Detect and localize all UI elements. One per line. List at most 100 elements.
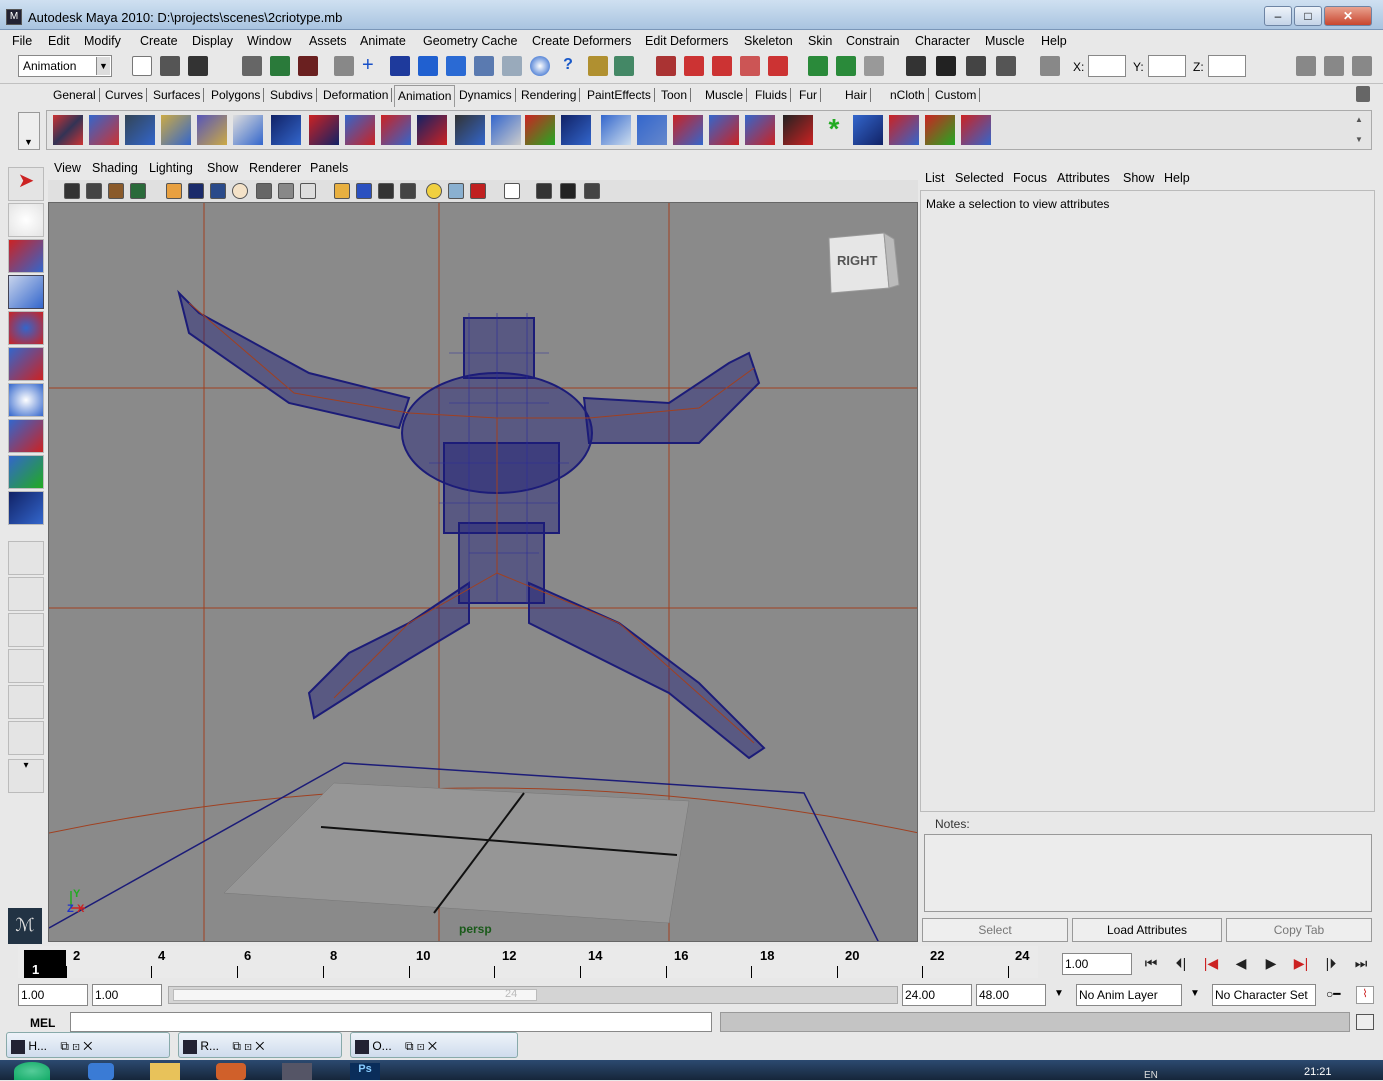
ik-rp-icon[interactable] (309, 115, 339, 145)
anim-layer-field[interactable]: No Anim Layer (1076, 984, 1182, 1006)
paint-weights-icon[interactable] (673, 115, 703, 145)
flat-shade-icon[interactable] (378, 183, 394, 199)
snap-curve-icon[interactable] (390, 56, 410, 76)
chevron-down-icon[interactable]: ▼ (1190, 988, 1200, 999)
select-object-icon[interactable] (270, 56, 290, 76)
menu-constrain[interactable]: Constrain (846, 34, 900, 48)
constraint-orient-icon[interactable] (925, 115, 955, 145)
script-editor-icon[interactable] (1356, 1014, 1374, 1030)
history-icon[interactable] (502, 56, 522, 76)
time-slider[interactable]: 1 2 4 6 8 10 12 14 16 18 20 22 24 (18, 946, 1038, 978)
layout-menu-icon[interactable]: ▾ (8, 759, 44, 793)
tab-polygons[interactable]: Polygons (208, 88, 265, 102)
command-input[interactable] (70, 1012, 712, 1032)
save-scene-icon[interactable] (188, 56, 208, 76)
tab-muscle[interactable]: Muscle (702, 88, 748, 102)
select-button[interactable]: Select (922, 918, 1068, 942)
menu-modify[interactable]: Modify (84, 34, 121, 48)
tab-toon[interactable]: Toon (658, 88, 692, 102)
menu-geometry-cache[interactable]: Geometry Cache (423, 34, 517, 48)
new-scene-icon[interactable] (132, 56, 152, 76)
paint-select-tool-icon[interactable] (8, 239, 44, 273)
restore-icon[interactable]: ⧉ ⊡ ✕ (405, 1039, 437, 1053)
render-clapper-icon[interactable] (936, 56, 956, 76)
move-tool-icon[interactable] (8, 275, 44, 309)
shelf-scroll-down-icon[interactable]: ▼ (1355, 135, 1363, 144)
bookmark-icon[interactable] (108, 183, 124, 199)
skeleton-icon[interactable] (161, 115, 191, 145)
ik-solver-icon[interactable] (561, 115, 591, 145)
image-plane-icon[interactable] (130, 183, 146, 199)
snap-view-plane-icon[interactable] (446, 56, 466, 76)
resolution-gate-icon[interactable] (210, 183, 226, 199)
play-forwards-icon[interactable]: ▶ (1258, 955, 1284, 975)
go-to-bind-pose-icon[interactable] (745, 115, 775, 145)
z-field[interactable] (1208, 55, 1246, 77)
isolate-select-icon[interactable] (504, 183, 520, 199)
tab-hair[interactable]: Hair (842, 88, 872, 102)
menu-set-dropdown[interactable]: Animation ▼ (18, 55, 112, 77)
menu-edit-deformers[interactable]: Edit Deformers (645, 34, 728, 48)
attribute-editor-toggle-icon[interactable] (1296, 56, 1316, 76)
ie-icon[interactable] (88, 1063, 114, 1080)
snap-align-icon[interactable] (712, 56, 732, 76)
trash-icon[interactable] (1356, 86, 1370, 102)
xray-components-icon[interactable] (584, 183, 600, 199)
tab-dynamics[interactable]: Dynamics (456, 88, 516, 102)
menu-skeleton[interactable]: Skeleton (744, 34, 793, 48)
xray-joints-icon[interactable] (560, 183, 576, 199)
play-backwards-icon[interactable]: ◀ (1228, 955, 1254, 975)
view-cube[interactable]: RIGHT (828, 232, 900, 294)
last-tool-icon[interactable] (8, 491, 44, 525)
vp-menu-renderer[interactable]: Renderer (249, 161, 301, 175)
select-component-icon[interactable] (298, 56, 318, 76)
reroot-icon[interactable] (381, 115, 411, 145)
menu-assets[interactable]: Assets (309, 34, 347, 48)
tab-deformation[interactable]: Deformation (320, 88, 393, 102)
snap-point-icon[interactable] (418, 56, 438, 76)
input-ops-icon[interactable] (808, 56, 828, 76)
open-scene-icon[interactable] (160, 56, 180, 76)
attr-menu-focus[interactable]: Focus (1013, 171, 1047, 185)
connect-joint-icon[interactable] (417, 115, 447, 145)
joint-tool-icon[interactable] (125, 115, 155, 145)
restore-icon[interactable]: ⧉ ⊡ ✕ (232, 1039, 264, 1053)
close-button[interactable]: ✕ (1324, 6, 1372, 26)
tab-fluids[interactable]: Fluids (752, 88, 792, 102)
safe-action-icon[interactable] (278, 183, 294, 199)
universal-manipulator-icon[interactable] (8, 383, 44, 417)
restore-icon[interactable]: ⧉ ⊡ ✕ (60, 1039, 92, 1053)
tab-custom[interactable]: Custom (932, 88, 981, 102)
copy-tab-button[interactable]: Copy Tab (1226, 918, 1372, 942)
menu-file[interactable]: File (12, 34, 32, 48)
language-indicator[interactable]: EN (1144, 1070, 1158, 1081)
load-attributes-button[interactable]: Load Attributes (1072, 918, 1222, 942)
animation-prefs-icon[interactable]: ⌇ (1356, 986, 1374, 1004)
menu-create-deformers[interactable]: Create Deformers (532, 34, 631, 48)
mel-label[interactable]: MEL (30, 1016, 55, 1030)
vp-menu-show[interactable]: Show (207, 161, 238, 175)
tab-fur[interactable]: Fur (796, 88, 821, 102)
rotate-tool-icon[interactable] (8, 311, 44, 345)
select-tool-icon[interactable]: ➤ (8, 167, 44, 201)
tab-painteffects[interactable]: PaintEffects (584, 88, 655, 102)
step-forward-frame-icon[interactable]: |⏵ (1318, 955, 1344, 975)
layout-four-pane-icon[interactable] (8, 577, 44, 611)
lattice-icon[interactable] (783, 115, 813, 145)
construction-history-icon[interactable] (864, 56, 884, 76)
camera-select-icon[interactable] (64, 183, 80, 199)
ipr-render-icon[interactable] (966, 56, 986, 76)
character-set-field[interactable]: No Character Set (1212, 984, 1316, 1006)
lasso-tool-icon[interactable] (8, 203, 44, 237)
attr-menu-attributes[interactable]: Attributes (1057, 171, 1110, 185)
render-view-icon[interactable] (906, 56, 926, 76)
xray-icon[interactable] (536, 183, 552, 199)
lock-icon[interactable] (588, 56, 608, 76)
constraint-aim-icon[interactable] (889, 115, 919, 145)
tab-curves[interactable]: Curves (102, 88, 148, 102)
step-back-frame-icon[interactable]: ⏴| (1168, 955, 1194, 975)
go-to-start-icon[interactable]: ⏮ (1138, 955, 1164, 975)
vp-menu-panels[interactable]: Panels (310, 161, 348, 175)
attr-menu-help[interactable]: Help (1164, 171, 1190, 185)
vp-menu-shading[interactable]: Shading (92, 161, 138, 175)
